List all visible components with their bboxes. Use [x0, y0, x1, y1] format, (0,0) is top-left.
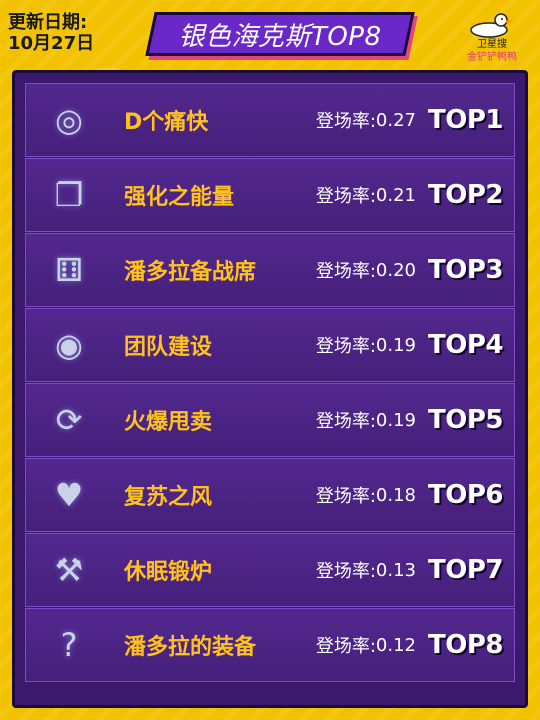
team-shield-icon: ◉ — [55, 326, 83, 364]
pick-rate: 登场率: 0.18 — [315, 484, 416, 508]
rank-badge: TOP4 — [428, 330, 503, 360]
mystery-box-icon: ? — [60, 626, 78, 664]
list-item: ❐ 强化之能量 登场率: 0.21 TOP2 — [25, 158, 515, 232]
pick-rate: 登场率: 0.13 — [315, 559, 416, 583]
list-item: ◎ D个痛快 登场率: 0.27 TOP1 — [25, 83, 515, 157]
list-item: ? 潘多拉的装备 登场率: 0.12 TOP8 — [25, 608, 515, 682]
list-item: ⚒ 休眠锻炉 登场率: 0.13 TOP7 — [25, 533, 515, 607]
augment-name: D个痛快 — [124, 110, 209, 135]
rank-badge: TOP2 — [428, 180, 503, 210]
list-item: ♥ 复苏之风 登场率: 0.18 TOP6 — [25, 458, 515, 532]
duck-icon — [470, 13, 514, 38]
augment-name: 火爆甩卖 — [124, 410, 213, 435]
update-label: 更新日期: — [8, 12, 88, 33]
rank-badge: TOP6 — [428, 480, 503, 510]
update-date: 更新日期: 10月27日 — [8, 12, 94, 54]
dice-refresh-icon: ⟳ — [55, 401, 83, 439]
brand-logo: 卫星搜 金铲铲鸭鸭 — [452, 10, 532, 70]
augment-name: 复苏之风 — [124, 485, 213, 510]
pick-rate: 登场率: 0.19 — [315, 409, 416, 433]
anvil-clock-icon: ⚒ — [54, 551, 84, 589]
pick-rate: 登场率: 0.27 — [315, 109, 416, 133]
augment-name: 潘多拉的装备 — [124, 635, 257, 660]
logo-text-sub: 金铲铲鸭鸭 — [467, 52, 517, 63]
augment-name: 团队建设 — [124, 335, 213, 360]
list-item: ◉ 团队建设 登场率: 0.19 TOP4 — [25, 308, 515, 382]
pick-rate: 登场率: 0.21 — [315, 184, 416, 208]
page-title: 银色海克斯TOP8 — [178, 21, 382, 52]
augment-list: ◎ D个痛快 登场率: 0.27 TOP1 ❐ 强化之能量 登场率: 0.21 … — [12, 70, 528, 708]
update-date-value: 10月27日 — [8, 33, 95, 54]
rank-badge: TOP7 — [428, 555, 503, 585]
rank-badge: TOP8 — [428, 630, 503, 660]
augment-name: 潘多拉备战席 — [124, 260, 257, 285]
refresh-spiral-icon: ◎ — [55, 101, 83, 139]
pick-rate: 登场率: 0.12 — [315, 634, 416, 658]
logo-text-main: 卫星搜 — [477, 39, 507, 50]
pick-rate: 登场率: 0.19 — [315, 334, 416, 358]
rank-badge: TOP5 — [428, 405, 503, 435]
augment-name: 休眠锻炉 — [124, 560, 213, 585]
dice-box-icon: ⚅ — [55, 251, 83, 289]
pick-rate: 登场率: 0.20 — [315, 259, 416, 283]
rank-badge: TOP1 — [428, 105, 503, 135]
list-item: ⚅ 潘多拉备战席 登场率: 0.20 TOP3 — [25, 233, 515, 307]
augment-name: 强化之能量 — [124, 185, 235, 210]
heart-icon: ♥ — [54, 476, 84, 514]
rank-badge: TOP3 — [428, 255, 503, 285]
cards-upgrade-icon: ❐ — [54, 176, 84, 214]
list-item: ⟳ 火爆甩卖 登场率: 0.19 TOP5 — [25, 383, 515, 457]
